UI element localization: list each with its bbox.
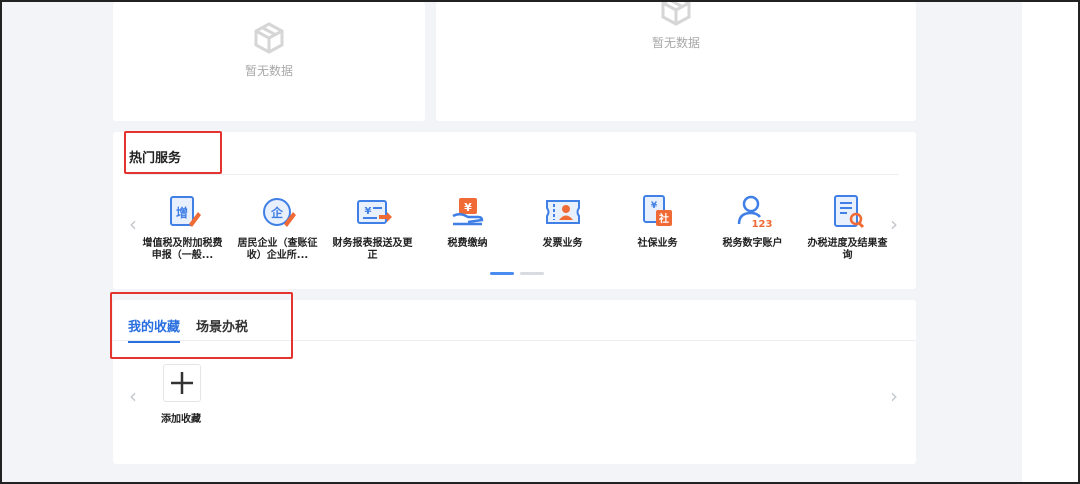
service-social-security[interactable]: ¥ 社 社保业务 [610,192,705,266]
empty-card-right: 暂无数据 [436,0,916,121]
user-account-icon: 123 [737,195,772,230]
progress-query-icon [833,195,864,229]
service-label: 办税进度及结果查询 [807,238,888,261]
empty-text: 暂无数据 [244,64,293,78]
carousel-dot-2[interactable] [520,272,544,275]
invoice-icon [545,200,580,224]
service-label: 税务数字账户 [722,238,783,249]
svg-text:¥: ¥ [364,206,371,217]
add-favorite-button[interactable] [163,364,201,402]
service-vat-declaration[interactable]: 增 增值税及附加税费申报（一般... [135,192,230,266]
empty-text: 暂无数据 [651,36,700,50]
prev-arrow[interactable]: ‹ [129,386,137,406]
add-favorite-label: 添加收藏 [161,414,201,425]
svg-text:增: 增 [175,205,187,220]
social-security-icon: ¥ 社 [642,195,672,226]
next-arrow[interactable]: › [890,386,898,406]
svg-text:社: 社 [658,212,669,225]
vat-form-icon: 增 [169,196,201,227]
carousel-indicator [490,272,544,275]
plus-icon [171,372,193,394]
service-label: 发票业务 [542,238,583,249]
tax-payment-icon: ¥ [451,198,483,226]
service-financial-statements[interactable]: ¥ 财务报表报送及更正 [325,192,420,266]
service-progress-query[interactable]: 办税进度及结果查询 [800,192,895,266]
highlight-box-hot-services [124,131,222,174]
service-tax-payment[interactable]: ¥ 税费缴纳 [420,192,515,266]
service-enterprise-income-tax[interactable]: 企 居民企业（查账征收）企业所... [230,192,325,266]
empty-box-icon [661,0,691,26]
page-canvas: 暂无数据 暂无数据 热门服务 ‹ › 增 增值税及附加税费申报（一般... 企 … [2,0,1022,482]
service-label: 社保业务 [637,238,678,249]
enterprise-tax-icon: 企 [262,198,296,227]
service-label: 居民企业（查账征收）企业所... [237,238,318,261]
service-digital-tax-account[interactable]: 123 税务数字账户 [705,192,800,266]
svg-text:123: 123 [751,219,772,230]
service-label: 税费缴纳 [447,238,488,249]
service-invoice[interactable]: 发票业务 [515,192,610,266]
hot-services-card: 热门服务 ‹ › 增 增值税及附加税费申报（一般... 企 居民企业（查账征收）… [113,132,916,289]
divider [127,174,899,175]
carousel-dot-1[interactable] [490,272,514,275]
svg-text:¥: ¥ [650,201,657,211]
service-label: 财务报表报送及更正 [332,238,413,261]
hot-services-list: 增 增值税及附加税费申报（一般... 企 居民企业（查账征收）企业所... ¥ [135,192,895,266]
service-label: 增值税及附加税费申报（一般... [142,238,223,261]
empty-box-icon [254,22,284,54]
highlight-box-favorites-tabs [110,292,293,359]
svg-text:¥: ¥ [464,201,472,214]
svg-text:企: 企 [269,205,283,220]
empty-card-left: 暂无数据 [113,2,425,121]
financial-report-icon: ¥ [356,200,392,224]
